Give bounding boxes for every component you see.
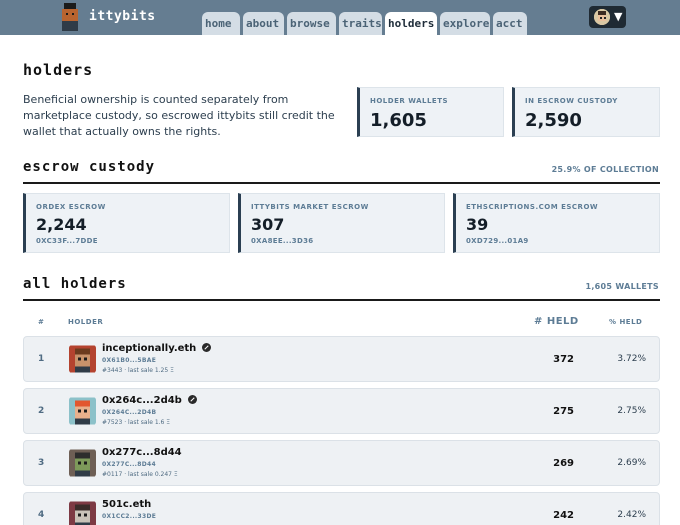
escrow-label: ORDEX ESCROW xyxy=(36,203,106,211)
section-divider xyxy=(23,182,660,184)
holder-row[interactable]: 2 0x264c...2d4b 0X264C...2D4B #7523 · last … xyxy=(23,388,660,434)
holder-address[interactable]: 0X1CC2...33DE xyxy=(102,513,156,520)
holder-address[interactable]: 0X61B0...5BAE xyxy=(102,357,156,364)
escrow-card-ittybits-market: ITTYBITS MARKET ESCROW 307 0XA8EE...3D36 xyxy=(238,193,445,253)
holder-avatar[interactable] xyxy=(69,397,96,425)
column-header-rank: # xyxy=(38,318,45,326)
tab-acct[interactable]: acct xyxy=(493,12,527,35)
escrow-value: 307 xyxy=(251,215,285,234)
holder-held-count: 275 xyxy=(553,406,574,417)
holder-name[interactable]: 0x277c...8d44 xyxy=(102,447,182,458)
holder-name[interactable]: 0x264c...2d4b xyxy=(102,395,197,406)
verified-icon xyxy=(187,395,197,404)
holder-name-text[interactable]: 501c.eth xyxy=(102,499,151,510)
brand-name[interactable]: ittybits xyxy=(89,9,156,24)
stat-in-escrow: IN ESCROW CUSTODY 2,590 xyxy=(512,87,660,137)
holder-rank: 2 xyxy=(38,406,45,416)
holder-rank: 3 xyxy=(38,458,45,468)
account-avatar xyxy=(594,9,610,25)
section-divider xyxy=(23,299,660,301)
escrow-label: ETHSCRIPTIONS.COM ESCROW xyxy=(466,203,599,211)
holder-last-sale: #0117 · last sale 0.247 Ξ xyxy=(102,471,178,478)
verified-icon xyxy=(202,343,212,352)
column-header-holder: HOLDER xyxy=(68,318,104,326)
holder-row[interactable]: 3 0x277c...8d44 0X277C...8D44 #0117 · last … xyxy=(23,440,660,486)
escrow-address[interactable]: 0XD729...01A9 xyxy=(466,237,529,245)
holder-name-text[interactable]: 0x277c...8d44 xyxy=(102,447,182,458)
holder-name-text[interactable]: 0x264c...2d4b xyxy=(102,395,182,406)
tab-holders[interactable]: holders xyxy=(385,12,437,35)
escrow-label: ITTYBITS MARKET ESCROW xyxy=(251,203,369,211)
intro-text: Beneficial ownership is counted separate… xyxy=(23,93,335,138)
stat-holder-wallets: HOLDER WALLETS 1,605 xyxy=(357,87,504,137)
tab-browse[interactable]: browse xyxy=(287,12,336,35)
escrow-address[interactable]: 0XA8EE...3D36 xyxy=(251,237,313,245)
main-tabs: home about browse traits holders explore… xyxy=(202,12,527,35)
escrow-value: 2,244 xyxy=(36,215,87,234)
holder-held-percent: 3.72% xyxy=(617,354,646,364)
holder-name-text[interactable]: inceptionally.eth xyxy=(102,343,196,354)
holder-last-sale: #7523 · last sale 1.6 Ξ xyxy=(102,419,171,426)
page-title: holders xyxy=(23,61,94,79)
tab-about[interactable]: about xyxy=(243,12,284,35)
tab-traits[interactable]: traits xyxy=(339,12,382,35)
holders-count: 1,605 WALLETS xyxy=(585,282,659,291)
holder-avatar[interactable] xyxy=(69,449,96,477)
holder-last-sale: #3443 · last sale 1.25 Ξ xyxy=(102,367,174,374)
account-menu-button[interactable]: ▼ xyxy=(589,6,626,28)
holder-avatar[interactable] xyxy=(69,345,96,373)
chevron-down-icon: ▼ xyxy=(614,10,623,23)
column-header-pct: % HELD xyxy=(609,318,643,326)
stat-label: IN ESCROW CUSTODY xyxy=(525,97,618,105)
holder-name[interactable]: inceptionally.eth xyxy=(102,343,212,354)
holder-row[interactable]: 1 inceptionally.eth 0X61B0...5BAE #3443 · l… xyxy=(23,336,660,382)
holder-held-count: 372 xyxy=(553,354,574,365)
top-nav-bar: ittybits home about browse traits holder… xyxy=(0,0,680,35)
holder-avatar[interactable] xyxy=(69,501,96,525)
escrow-percent: 25.9% OF COLLECTION xyxy=(551,165,659,174)
escrow-card-ordex: ORDEX ESCROW 2,244 0XC33F...7DDE xyxy=(23,193,230,253)
holder-rank: 4 xyxy=(38,510,45,520)
holder-row[interactable]: 4 501c.eth 0X1CC2...33DE 242 2.42% xyxy=(23,492,660,525)
stat-value: 1,605 xyxy=(370,110,427,131)
stat-value: 2,590 xyxy=(525,110,582,131)
escrow-section-title: escrow custody xyxy=(23,159,156,175)
holder-held-percent: 2.42% xyxy=(617,510,646,520)
ittybits-logo-icon[interactable] xyxy=(60,3,80,31)
holders-section-title: all holders xyxy=(23,276,127,292)
holder-rank: 1 xyxy=(38,354,45,364)
escrow-address[interactable]: 0XC33F...7DDE xyxy=(36,237,98,245)
tab-home[interactable]: home xyxy=(202,12,240,35)
holder-address[interactable]: 0X277C...8D44 xyxy=(102,461,156,468)
stat-label: HOLDER WALLETS xyxy=(370,97,449,105)
escrow-value: 39 xyxy=(466,215,489,234)
column-header-held[interactable]: # HELD xyxy=(534,316,579,327)
holder-held-percent: 2.75% xyxy=(617,406,646,416)
holder-held-count: 269 xyxy=(553,458,574,469)
escrow-card-ethscriptions: ETHSCRIPTIONS.COM ESCROW 39 0XD729...01A… xyxy=(453,193,660,253)
holder-held-percent: 2.69% xyxy=(617,458,646,468)
tab-explore[interactable]: explore xyxy=(440,12,490,35)
holder-held-count: 242 xyxy=(553,510,574,521)
holder-address[interactable]: 0X264C...2D4B xyxy=(102,409,156,416)
holder-name[interactable]: 501c.eth xyxy=(102,499,151,510)
